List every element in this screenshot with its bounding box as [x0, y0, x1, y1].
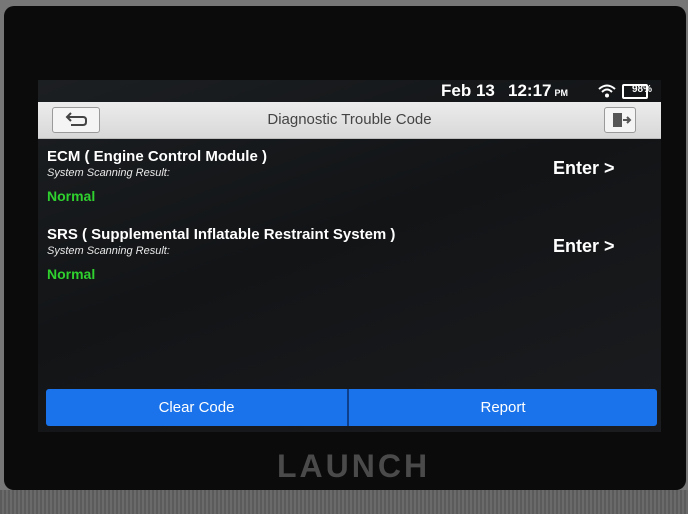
- back-button[interactable]: [52, 107, 100, 133]
- module-ecm[interactable]: ECM ( Engine Control Module ) System Sca…: [47, 148, 652, 224]
- page-title: Diagnostic Trouble Code: [267, 111, 432, 128]
- clear-code-button[interactable]: Clear Code: [46, 389, 347, 426]
- device-screen: Feb 13 12:17 PM 98% Diagnostic Trouble Co…: [38, 80, 661, 432]
- enter-button[interactable]: Enter >: [553, 158, 615, 179]
- title-bar: Diagnostic Trouble Code: [38, 102, 661, 139]
- status-ampm: PM: [554, 88, 568, 98]
- scan-result-value: Normal: [47, 188, 96, 204]
- device-edge: [0, 490, 688, 514]
- report-button[interactable]: Report: [349, 389, 657, 426]
- status-time: 12:17 PM: [508, 81, 568, 101]
- wifi-icon: [598, 84, 616, 98]
- scan-result-value: Normal: [47, 266, 96, 282]
- back-arrow-icon: [65, 112, 87, 126]
- action-bar: Clear Code Report: [46, 389, 657, 426]
- exit-door-icon: [613, 113, 632, 127]
- brand-logo: LAUNCH: [277, 448, 431, 484]
- scan-result-label: System Scanning Result:: [47, 167, 170, 179]
- exit-button[interactable]: [604, 107, 636, 133]
- status-time-value: 12:17: [508, 81, 552, 100]
- module-name: ECM ( Engine Control Module ): [47, 148, 267, 165]
- enter-button[interactable]: Enter >: [553, 236, 615, 257]
- status-date: Feb 13: [441, 81, 495, 100]
- battery-percent: 98%: [632, 84, 653, 95]
- module-srs[interactable]: SRS ( Supplemental Inflatable Restraint …: [47, 226, 652, 302]
- module-name: SRS ( Supplemental Inflatable Restraint …: [47, 226, 396, 243]
- status-bar: Feb 13 12:17 PM 98%: [38, 80, 661, 102]
- photo-background: Feb 13 12:17 PM 98% Diagnostic Trouble Co…: [0, 0, 688, 514]
- scan-result-label: System Scanning Result:: [47, 245, 170, 257]
